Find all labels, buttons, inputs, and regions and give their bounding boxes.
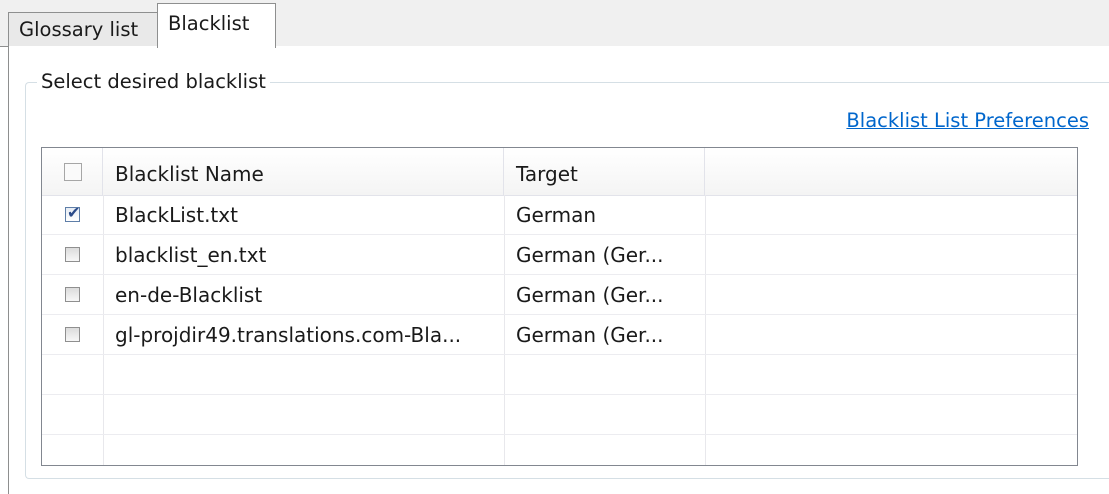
- tab-strip: Glossary list Blacklist: [0, 0, 1109, 48]
- row-blacklist-name: blacklist_en.txt: [115, 243, 267, 267]
- row-select-cell: [42, 275, 103, 315]
- row-blacklist-name: BlackList.txt: [115, 203, 238, 227]
- table-row[interactable]: blacklist_en.txt German (Ger...: [42, 235, 1077, 275]
- blacklist-preferences-link[interactable]: Blacklist List Preferences: [846, 109, 1089, 132]
- table-row[interactable]: gl-projdir49.translations.com-Bla... Germ…: [42, 315, 1077, 355]
- column-header-name[interactable]: Blacklist Name: [103, 148, 504, 195]
- table-header: Blacklist Name Target: [42, 148, 1077, 196]
- table-row[interactable]: ✔ BlackList.txt German: [42, 195, 1077, 235]
- header-select-cell: [42, 148, 103, 195]
- row-target: German (Ger...: [516, 323, 664, 347]
- row-checkbox[interactable]: [65, 327, 80, 342]
- row-blacklist-name: en-de-Blacklist: [115, 283, 263, 307]
- group-legend: Select desired blacklist: [37, 69, 270, 95]
- empty-table-row: [42, 435, 1077, 465]
- row-select-cell: [42, 235, 103, 275]
- empty-table-row: [42, 395, 1077, 435]
- row-target: German (Ger...: [516, 283, 664, 307]
- table-row[interactable]: en-de-Blacklist German (Ger...: [42, 275, 1077, 315]
- column-header-filler: [705, 148, 1077, 195]
- row-checkbox[interactable]: ✔: [65, 203, 80, 222]
- row-select-cell: [42, 315, 103, 355]
- tab-blacklist-label: Blacklist: [168, 12, 250, 35]
- empty-table-row: [42, 355, 1077, 395]
- column-header-target[interactable]: Target: [504, 148, 705, 195]
- row-blacklist-name: gl-projdir49.translations.com-Bla...: [115, 323, 462, 347]
- row-checkbox[interactable]: [65, 287, 80, 302]
- checkmark-icon: ✔: [67, 203, 81, 222]
- select-all-checkbox[interactable]: [64, 163, 82, 181]
- blacklist-table: Blacklist Name Target ✔ BlackList.txt Germ…: [41, 147, 1078, 466]
- tab-blacklist[interactable]: Blacklist: [157, 3, 276, 48]
- row-select-cell: ✔: [42, 195, 103, 235]
- row-target: German (Ger...: [516, 243, 664, 267]
- row-checkbox[interactable]: [65, 247, 80, 262]
- row-target: German: [516, 203, 597, 227]
- tab-glossary-list[interactable]: Glossary list: [8, 12, 158, 46]
- tab-glossary-list-label: Glossary list: [19, 18, 139, 41]
